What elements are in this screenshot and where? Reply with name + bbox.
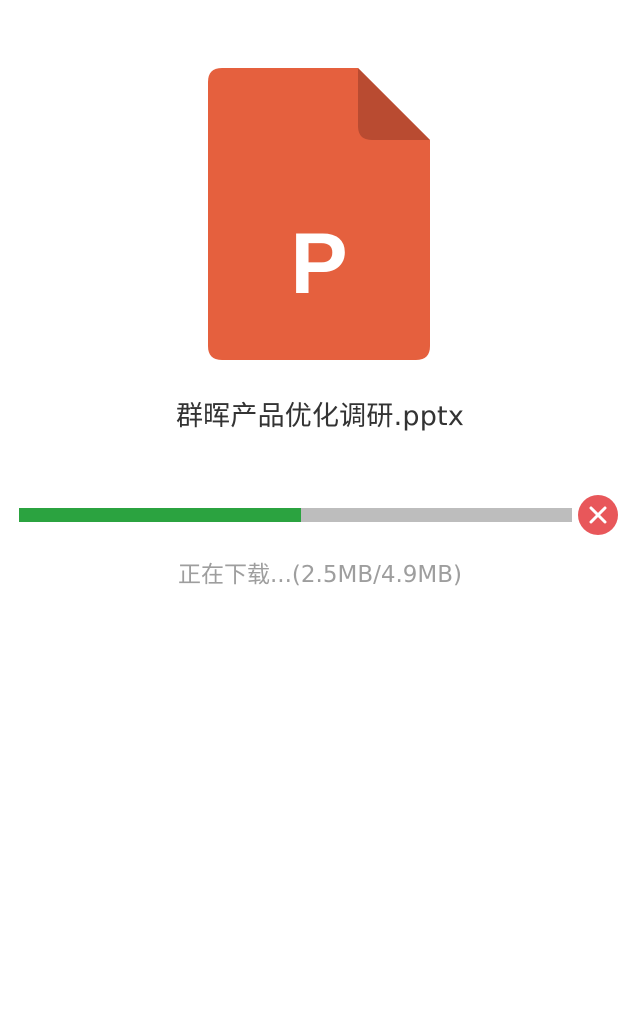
powerpoint-file-icon: P — [208, 68, 430, 360]
file-type-letter: P — [290, 216, 347, 312]
download-progress-fill — [19, 508, 302, 522]
download-page: P 群晖产品优化调研.pptx 正在下载...(2.5MB/4.9MB) — [0, 0, 640, 1036]
download-status-text: 正在下载...(2.5MB/4.9MB) — [177, 562, 463, 588]
download-progress-bar — [19, 508, 572, 522]
file-name: 群晖产品优化调研.pptx — [175, 401, 465, 432]
close-icon — [589, 506, 607, 524]
cancel-download-button[interactable] — [578, 495, 618, 535]
